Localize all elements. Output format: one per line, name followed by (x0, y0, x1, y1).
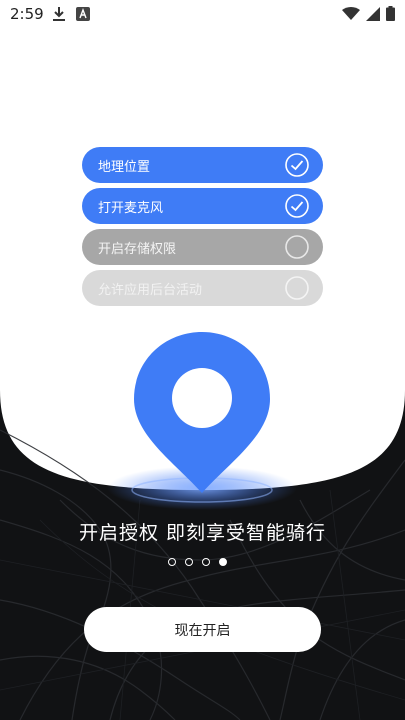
permission-microphone[interactable]: 打开麦克风 (82, 188, 323, 224)
status-bar: 2:59 (0, 0, 405, 28)
permission-background-activity[interactable]: 允许应用后台活动 (82, 270, 323, 306)
permission-location[interactable]: 地理位置 (82, 147, 323, 183)
empty-circle-icon (285, 276, 309, 300)
permission-label: 打开麦克风 (98, 200, 164, 216)
app-a-icon (76, 7, 90, 21)
page-dot-active[interactable] (219, 558, 227, 566)
permission-list: 地理位置 打开麦克风 开启存储权限 允许应用后台活动 (82, 147, 323, 311)
download-icon (53, 7, 65, 21)
slogan-text: 开启授权 即刻享受智能骑行 (78, 522, 327, 544)
wifi-icon (342, 6, 360, 20)
page-dot[interactable] (168, 558, 176, 566)
checkmark-circle-icon (285, 153, 309, 177)
enable-now-button[interactable]: 现在开启 (84, 607, 321, 652)
location-pin-icon (134, 332, 270, 493)
battery-icon (386, 6, 395, 21)
permission-label: 允许应用后台活动 (98, 282, 203, 298)
empty-circle-icon (285, 235, 309, 259)
permission-label: 地理位置 (98, 159, 151, 175)
page-dot[interactable] (202, 558, 210, 566)
signal-icon (366, 6, 380, 21)
page-indicator (168, 558, 227, 566)
status-time: 2:59 (10, 5, 44, 23)
permission-storage[interactable]: 开启存储权限 (82, 229, 323, 265)
page-dot[interactable] (185, 558, 193, 566)
checkmark-circle-icon (285, 194, 309, 218)
permission-label: 开启存储权限 (98, 241, 177, 257)
